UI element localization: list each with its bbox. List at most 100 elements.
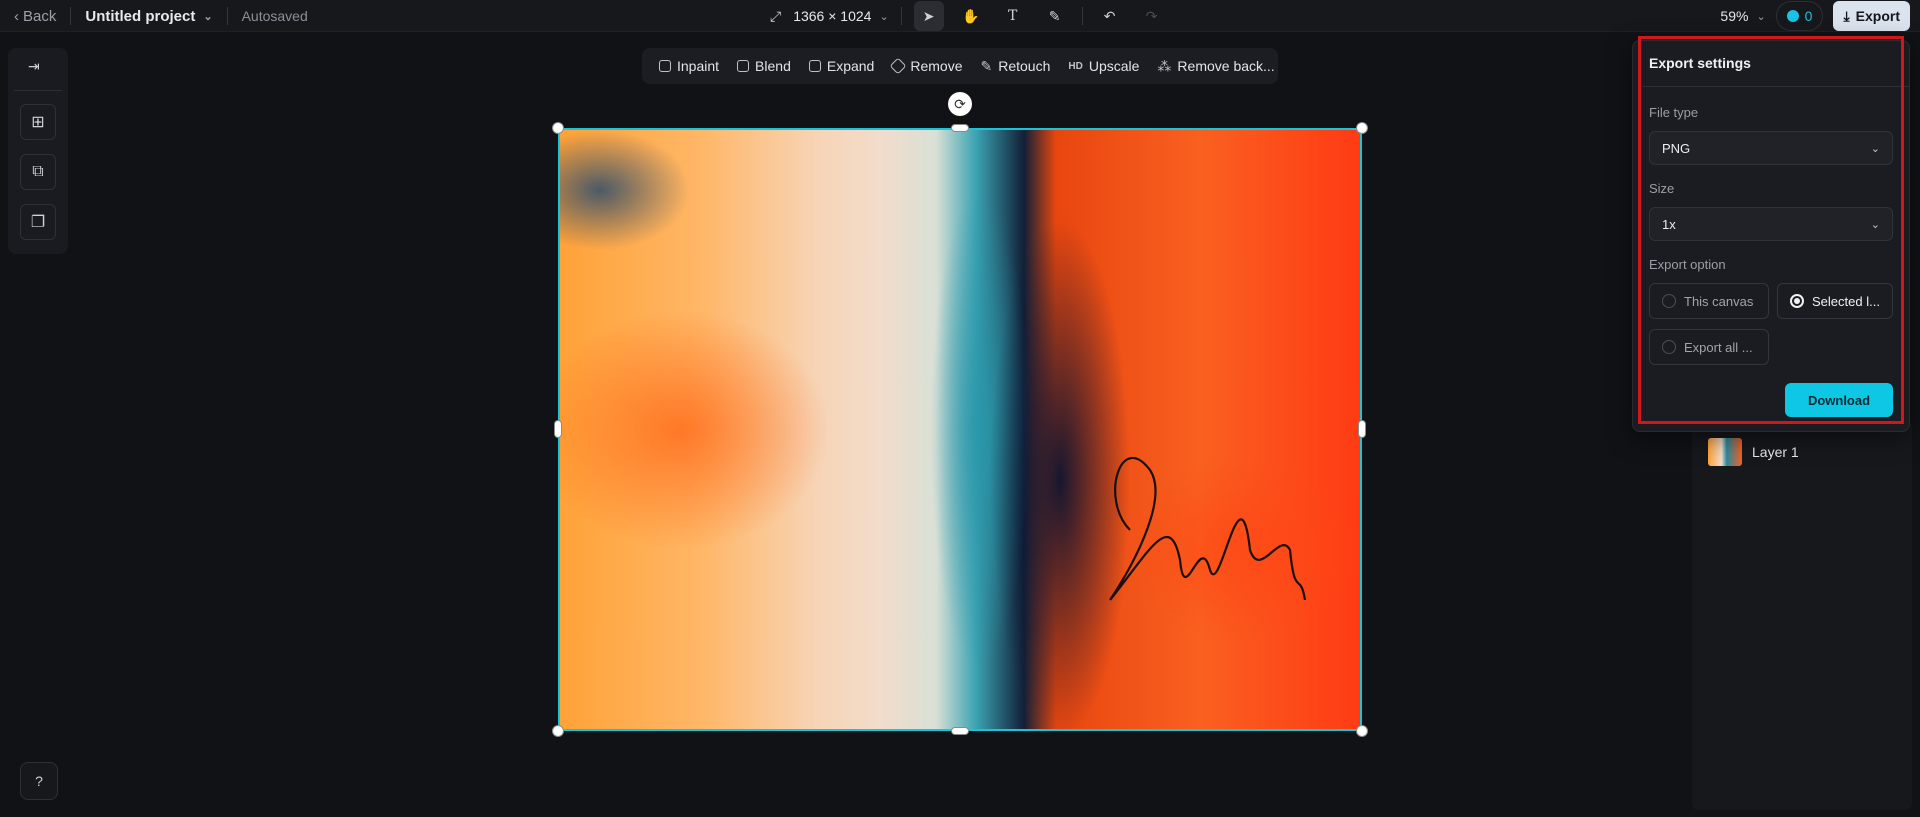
download-button[interactable]: Download: [1785, 383, 1893, 417]
chevron-down-icon: ⌄: [1756, 10, 1766, 23]
download-icon: ⤓: [1843, 7, 1850, 24]
text-tool-button[interactable]: T: [998, 1, 1028, 31]
remove-background-icon: ⁂: [1157, 57, 1172, 74]
add-image-button[interactable]: ⊞: [20, 104, 56, 140]
left-tool-panel: ⇥ ⊞ ⧉ ❐: [8, 48, 68, 254]
canvas-image[interactable]: [558, 128, 1362, 731]
brush-icon: ✎: [1048, 7, 1061, 24]
remove-button[interactable]: Remove: [883, 57, 971, 75]
option-this-canvas[interactable]: This canvas: [1649, 283, 1769, 319]
layer-item[interactable]: Layer 1: [1708, 438, 1799, 466]
file-type-select[interactable]: PNG ⌄: [1649, 131, 1893, 165]
redo-button[interactable]: ↷: [1137, 1, 1167, 31]
resize-handle-bottom[interactable]: [951, 727, 969, 735]
remove-label: Remove: [910, 58, 963, 74]
brush-tool-button[interactable]: ✎: [1040, 1, 1070, 31]
help-button[interactable]: ?: [20, 762, 58, 800]
resize-handle-top[interactable]: [951, 124, 969, 132]
select-tool-button[interactable]: ➤: [913, 1, 944, 31]
inpaint-button[interactable]: Inpaint: [650, 58, 728, 74]
size-select[interactable]: 1x ⌄: [1649, 207, 1893, 241]
credits-badge[interactable]: 0: [1775, 1, 1824, 31]
option-label: Export all ...: [1684, 339, 1753, 355]
radio-icon: [1662, 340, 1676, 354]
radio-selected-icon: [1790, 294, 1804, 308]
undo-icon: ↶: [1103, 7, 1116, 24]
layers-button[interactable]: ❐: [20, 204, 56, 240]
signature-image: [1109, 456, 1307, 601]
option-label: This canvas: [1684, 293, 1754, 309]
export-button[interactable]: ⤓ Export: [1833, 1, 1910, 31]
divider: [1643, 86, 1909, 87]
file-type-label: File type: [1649, 105, 1699, 120]
expand-icon: [808, 60, 821, 72]
expand-right-icon: ⇥: [28, 58, 40, 74]
divider: [900, 7, 902, 25]
undo-button[interactable]: ↶: [1095, 1, 1125, 31]
file-type-value: PNG: [1662, 140, 1691, 156]
layers-icon: ❐: [30, 214, 46, 231]
help-icon: ?: [35, 773, 43, 789]
resize-handle-bottom-left[interactable]: [552, 725, 564, 737]
option-export-all[interactable]: Export all ...: [1649, 329, 1769, 365]
zoom-dropdown[interactable]: 59% ⌄: [1720, 8, 1765, 24]
export-settings-title: Export settings: [1649, 55, 1751, 71]
project-name: Untitled project: [85, 7, 196, 25]
rotate-icon: ⟳: [954, 95, 966, 112]
retouch-button[interactable]: ✎ Retouch: [971, 58, 1059, 75]
retouch-label: Retouch: [998, 58, 1051, 74]
size-value: 1x: [1662, 216, 1676, 232]
chevron-left-icon: ‹: [14, 7, 19, 25]
top-bar-right: 59% ⌄ 0 ⤓ Export: [1720, 0, 1910, 32]
blend-label: Blend: [755, 58, 791, 74]
upload-image-icon: ⧉: [32, 163, 44, 180]
blend-button[interactable]: Blend: [728, 58, 800, 74]
project-name-dropdown[interactable]: Untitled project ⌄: [85, 8, 212, 25]
resize-icon[interactable]: ⤢: [770, 8, 781, 25]
eraser-icon: [889, 57, 907, 75]
retouch-icon: ✎: [980, 57, 993, 74]
collapse-panel-button[interactable]: ⇥: [28, 58, 48, 78]
resize-handle-top-right[interactable]: [1356, 122, 1368, 134]
blend-icon: [737, 60, 750, 72]
top-bar-center: ⤢ 1366 × 1024 ⌄ ➤ ✋ T ✎ ↶ ↷: [770, 0, 1167, 32]
remove-background-button[interactable]: ⁂ Remove back...: [1148, 58, 1283, 75]
inpaint-label: Inpaint: [677, 58, 720, 74]
hand-tool-button[interactable]: ✋: [956, 1, 986, 31]
cursor-icon: ➤: [922, 7, 935, 24]
divider: [1081, 7, 1083, 25]
upscale-button[interactable]: HD Upscale: [1059, 58, 1148, 74]
top-bar-left: ‹ Back Untitled project ⌄ Autosaved: [14, 0, 308, 32]
back-label: Back: [23, 7, 57, 25]
upload-image-button[interactable]: ⧉: [20, 154, 56, 190]
chevron-down-icon: ⌄: [1870, 142, 1880, 155]
credit-icon: [1786, 10, 1799, 22]
option-selected-layers[interactable]: Selected l...: [1777, 283, 1893, 319]
size-label: Size: [1649, 181, 1675, 196]
canvas-size-dropdown[interactable]: 1366 × 1024 ⌄: [793, 8, 888, 24]
resize-handle-left[interactable]: [554, 420, 562, 438]
top-bar: ‹ Back Untitled project ⌄ Autosaved ⤢ 13…: [0, 0, 1920, 32]
layer-name: Layer 1: [1752, 444, 1799, 460]
inpaint-icon: [659, 60, 671, 72]
expand-button[interactable]: Expand: [800, 58, 883, 74]
divider: [14, 90, 62, 91]
layer-thumbnail: [1708, 438, 1742, 466]
back-button[interactable]: ‹ Back: [14, 8, 56, 25]
expand-label: Expand: [826, 58, 875, 74]
autosave-status: Autosaved: [241, 8, 308, 24]
radio-icon: [1662, 294, 1676, 308]
rotate-handle[interactable]: ⟳: [948, 92, 972, 116]
chevron-down-icon: ⌄: [1870, 218, 1880, 231]
remove-background-label: Remove back...: [1177, 58, 1275, 74]
resize-handle-top-left[interactable]: [552, 122, 564, 134]
divider: [226, 7, 228, 25]
chevron-down-icon: ⌄: [879, 10, 889, 23]
ai-toolbar: Inpaint Blend Expand Remove ✎ Retouch HD…: [642, 48, 1278, 84]
zoom-level: 59%: [1720, 8, 1749, 24]
resize-handle-bottom-right[interactable]: [1356, 725, 1368, 737]
export-settings-panel: Export settings File type PNG ⌄ Size 1x …: [1632, 40, 1910, 432]
resize-handle-right[interactable]: [1358, 420, 1366, 438]
add-image-icon: ⊞: [31, 114, 45, 131]
redo-icon: ↷: [1145, 7, 1158, 24]
